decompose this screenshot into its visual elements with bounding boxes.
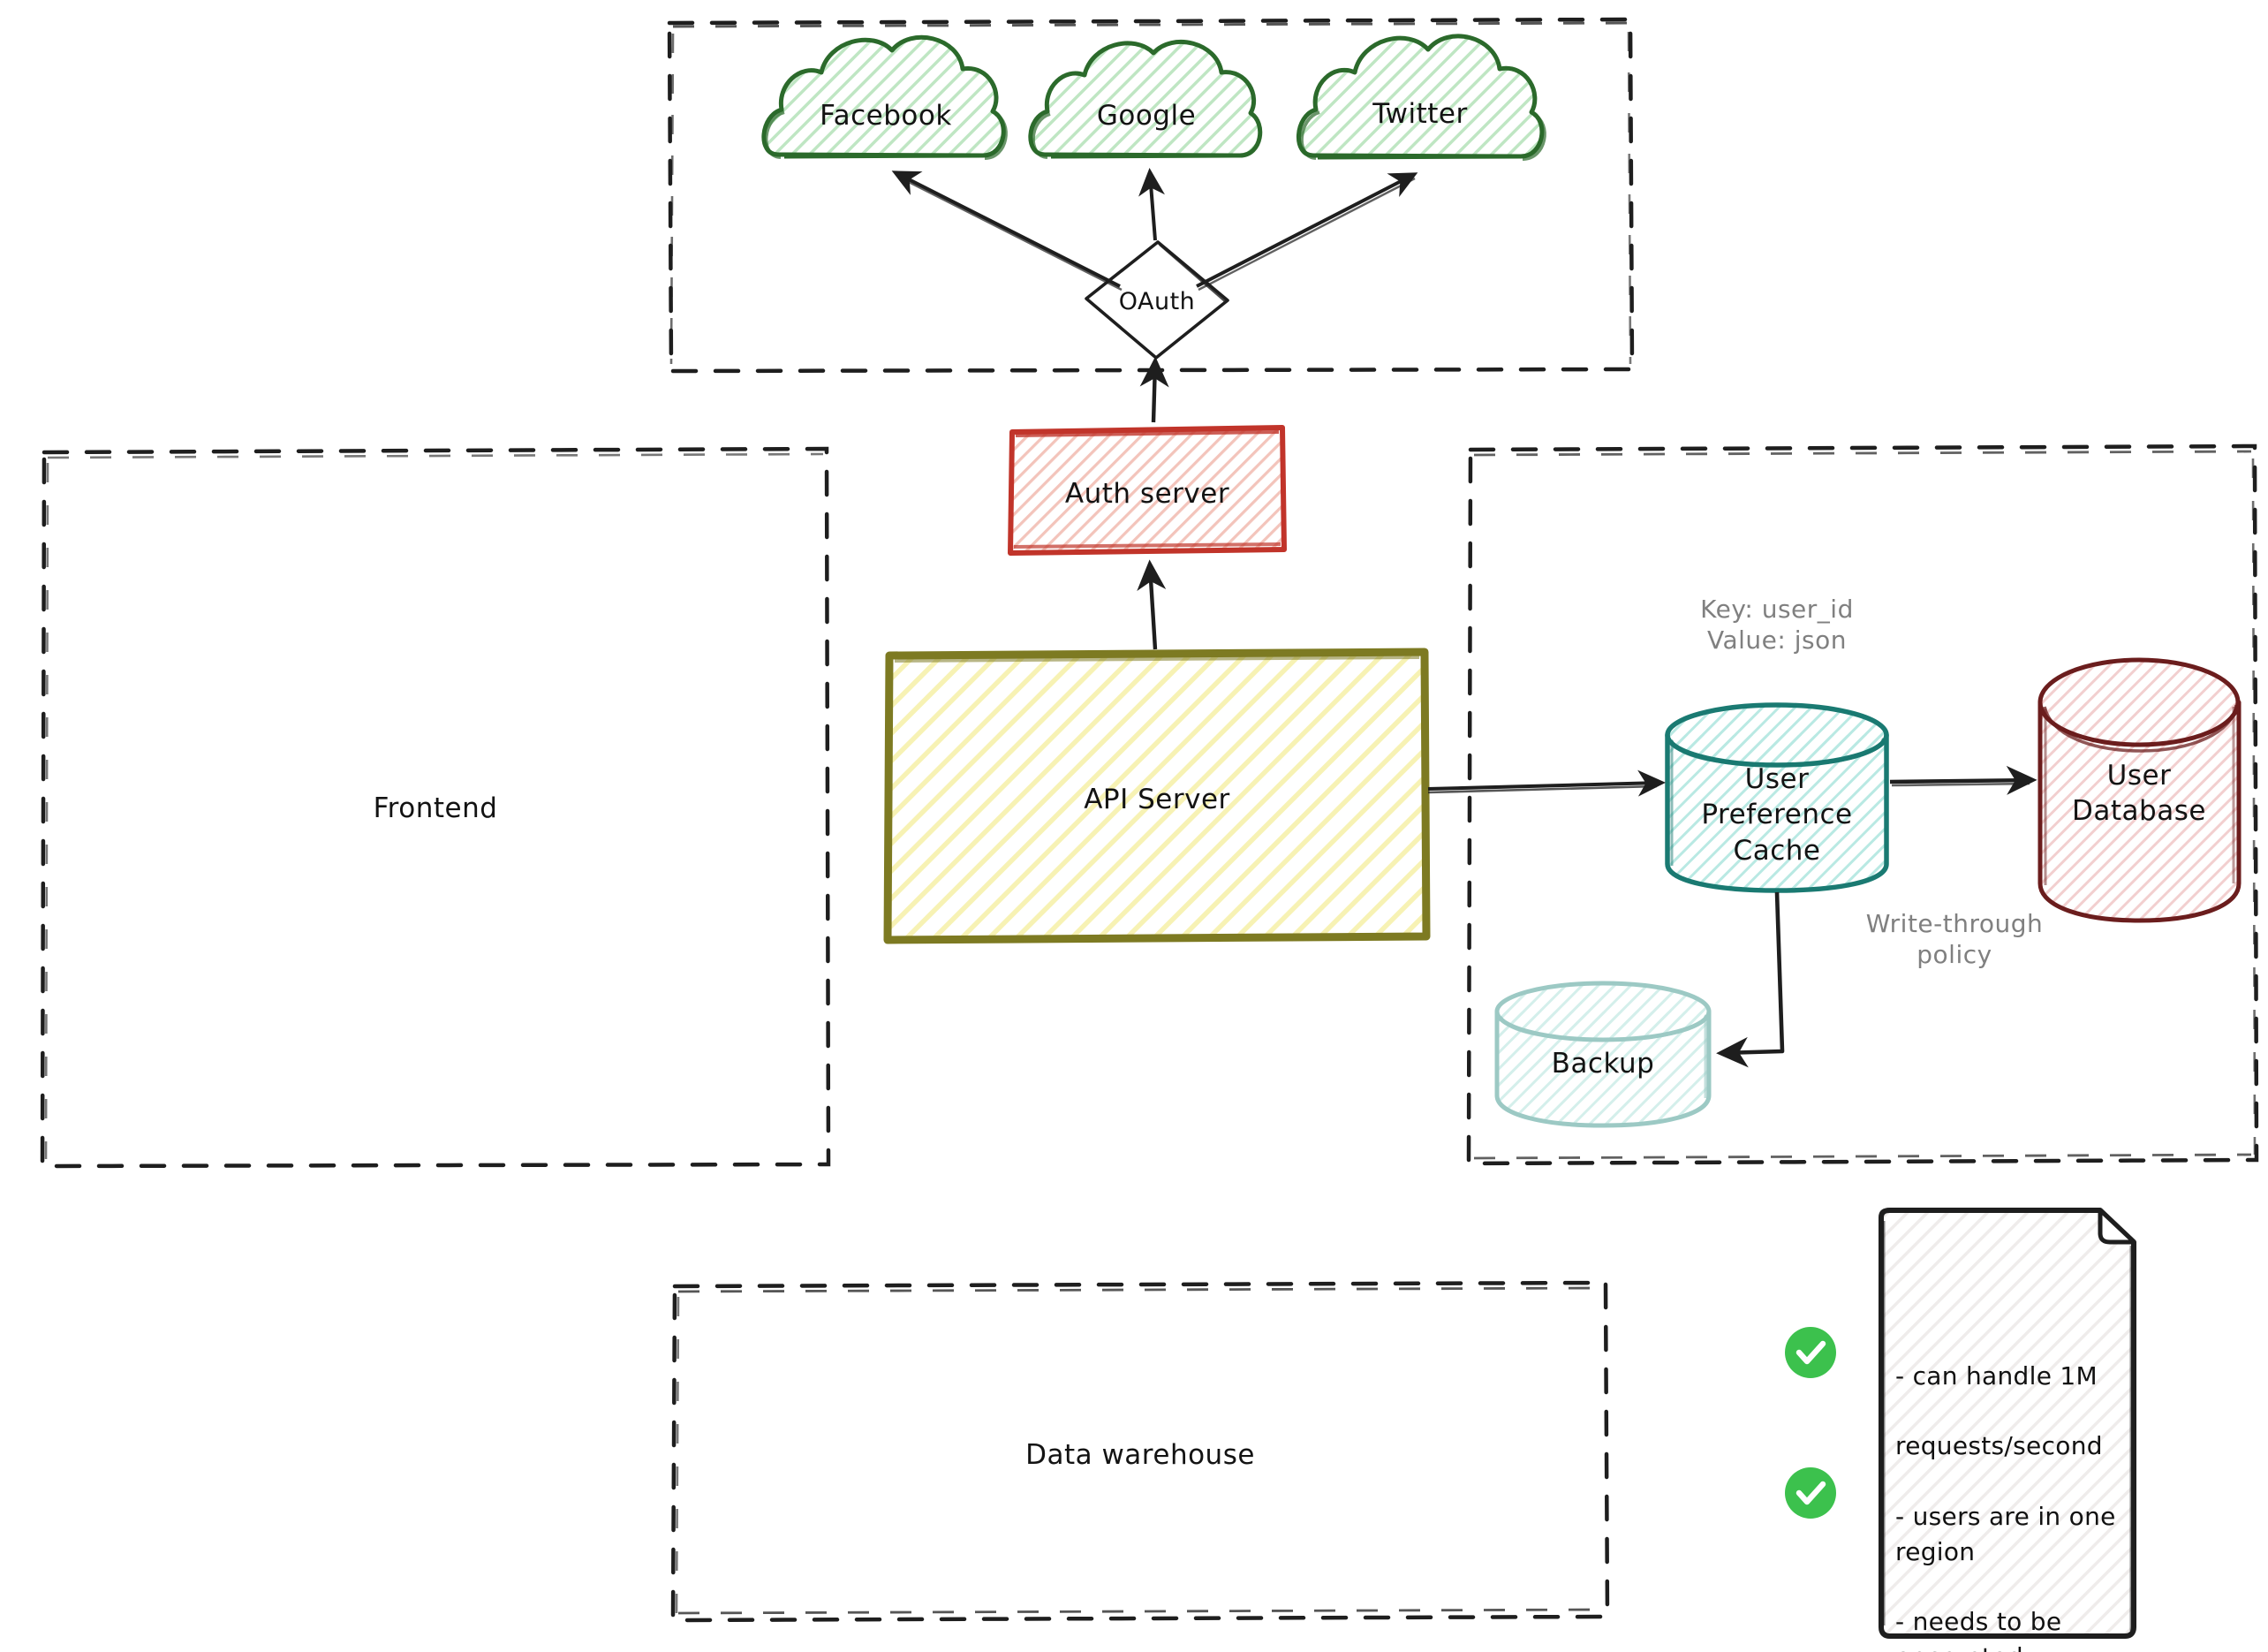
node-auth-server[interactable] (1008, 425, 1287, 556)
node-backup-store[interactable] (1494, 981, 1712, 1128)
check-badge-1[interactable] (1785, 1327, 1836, 1378)
edge-auth-server-to-oauth (1139, 356, 1169, 423)
check-badge-2[interactable] (1785, 1467, 1836, 1519)
node-api-server[interactable] (883, 648, 1431, 944)
node-user-database[interactable] (2037, 657, 2242, 923)
node-user-preference-cache[interactable] (1665, 702, 1889, 893)
group-data-warehouse (670, 1280, 1610, 1623)
note-line-3: - users are in one region (1895, 1501, 2116, 1566)
whiteboard-canvas: Facebook Google Twitter OAuth Auth serve… (0, 0, 2268, 1652)
edge-api-server-to-cache (1427, 769, 1666, 797)
node-oauth-diamond[interactable] (1085, 240, 1229, 360)
node-twitter-cloud[interactable] (1297, 34, 1546, 161)
edge-cache-to-database (1889, 765, 2037, 795)
note-line-2: requests/second (1895, 1431, 2103, 1461)
edge-cache-to-backup (1716, 891, 1785, 1068)
edge-api-server-to-auth-server (1137, 559, 1167, 650)
node-google-cloud[interactable] (1028, 39, 1263, 159)
edge-oauth-to-google (1138, 168, 1165, 241)
note-line-1: - can handle 1M (1895, 1360, 2098, 1391)
requirements-note-text: - can handle 1M requests/second - users … (1895, 1323, 2136, 1652)
edge-oauth-to-facebook (891, 171, 1123, 292)
note-line-4: - needs to be encrypted (1895, 1607, 2062, 1652)
edge-oauth-to-twitter (1196, 172, 1418, 292)
group-frontend (40, 446, 831, 1169)
node-facebook-cloud[interactable] (761, 34, 1008, 160)
